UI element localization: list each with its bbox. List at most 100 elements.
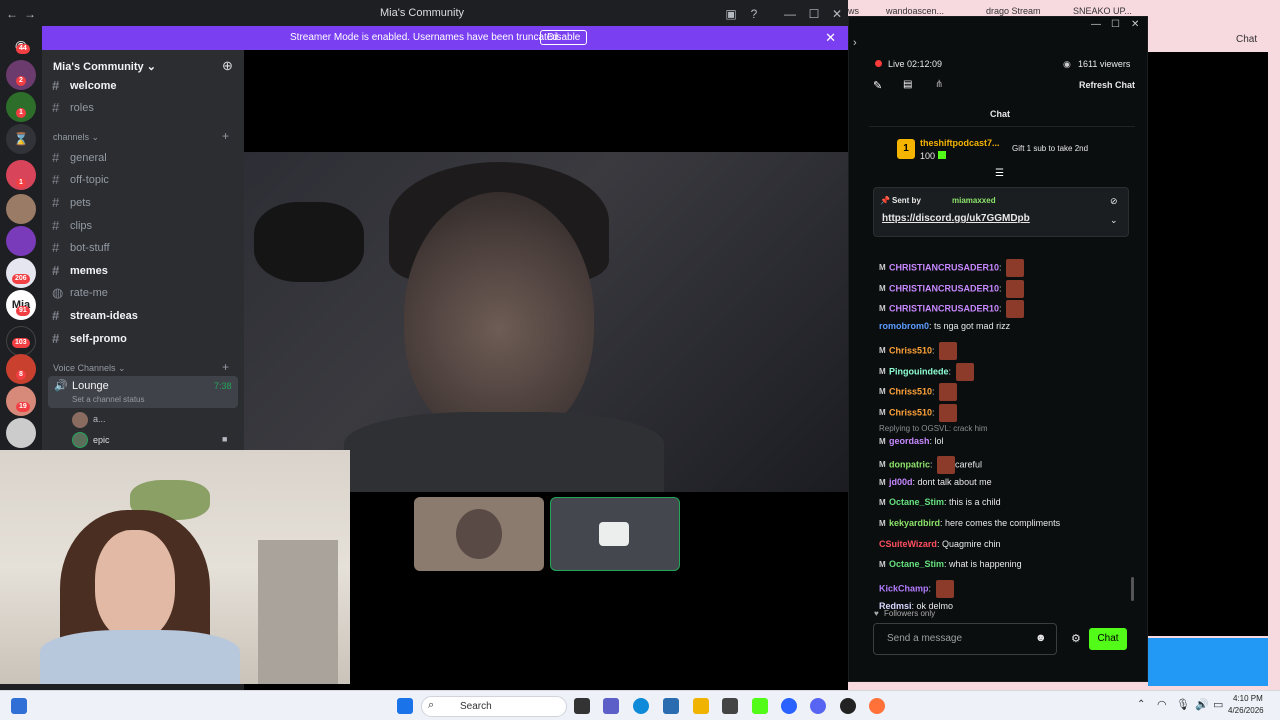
avatar[interactable] [72,412,88,428]
maximize-icon[interactable]: ☐ [806,6,822,22]
chat-username[interactable]: Pingouindede [889,366,949,376]
chat-username[interactable]: CHRISTIANCRUSADER10 [889,262,999,272]
edge-icon[interactable] [633,698,649,714]
chat-username[interactable]: CHRISTIANCRUSADER10 [889,303,999,313]
windows-start-icon[interactable] [397,698,413,714]
mod-tools-icon[interactable]: ▤ [903,79,912,90]
category-voice[interactable]: Voice Channels ⌄ [53,363,126,374]
chat-username[interactable]: Octane_Stim [889,559,944,569]
clock-date[interactable]: 4/26/2026 [1228,706,1264,715]
chat-username[interactable]: CHRISTIANCRUSADER10 [889,283,999,293]
discord-icon[interactable] [810,698,826,714]
channel-welcome[interactable]: # welcome [52,78,116,93]
hourglass-icon[interactable]: ⌛ [6,124,36,154]
gear-icon[interactable]: ⚙ [1071,632,1081,645]
disable-button[interactable]: Disable [540,30,588,45]
send-chat-button[interactable]: Chat [1089,628,1127,650]
video-feed[interactable] [244,152,848,492]
inbox-icon[interactable]: ▣ [723,6,739,22]
participant-tile[interactable] [550,497,680,571]
chevron-up-icon[interactable]: ⌃ [1137,699,1145,710]
message-input[interactable]: Send a message [873,623,1057,655]
clock-time[interactable]: 4:10 PM [1233,694,1263,703]
add-channel-icon[interactable]: + [222,129,229,143]
wifi-icon[interactable]: ◠ [1157,698,1167,711]
refresh-chat-button[interactable]: Refresh Chat [1079,80,1135,90]
app-icon[interactable] [781,698,797,714]
gift-prompt[interactable]: Gift 1 sub to take 2nd [1012,144,1088,153]
server-icon[interactable] [6,418,36,448]
close-icon[interactable]: ✕ [825,30,836,46]
hash-icon: # [52,240,60,255]
battery-icon[interactable]: ▭ [1213,698,1223,711]
task-view-icon[interactable] [11,698,27,714]
channel-roles[interactable]: # roles [52,100,94,115]
scrollbar[interactable] [1131,577,1134,601]
chevron-down-icon[interactable]: ⌄ [1110,215,1118,226]
leader-name[interactable]: theshiftpodcast7... [920,138,1000,148]
chat-username[interactable]: donpatric [889,459,930,469]
voice-channel-lounge[interactable]: 🔊 Lounge 7:38 Set a channel status [48,376,238,408]
edit-icon[interactable]: ✎ [873,79,882,92]
back-icon[interactable]: ← [4,6,20,22]
chevron-right-icon[interactable]: › [853,37,857,49]
app-icon[interactable] [722,698,738,714]
close-icon[interactable]: ✕ [829,6,845,22]
task-view-icon[interactable] [574,698,590,714]
firefox-icon[interactable] [869,698,885,714]
minimize-icon[interactable]: — [782,6,798,22]
add-member-icon[interactable]: ⊕ [222,58,233,74]
channel-general[interactable]: # general [52,150,107,165]
server-icon[interactable] [6,194,36,224]
channel-stream-ideas[interactable]: # stream-ideas [52,308,138,323]
speaker-icon[interactable]: 🔊 [1195,698,1209,711]
chat-username[interactable]: Chriss510 [889,386,932,396]
chat-username[interactable]: KickChamp [879,583,929,593]
category-channels[interactable]: channels ⌄ [53,132,99,143]
filter-icon[interactable]: ☰ [995,168,1004,179]
channel-bot-stuff[interactable]: # bot-stuff [52,240,110,255]
close-icon[interactable]: ✕ [1131,19,1139,30]
share-icon[interactable]: ⋔ [935,79,943,90]
chat-username[interactable]: jd00d [889,477,913,487]
pinned-link[interactable]: https://discord.gg/uk7GGMDpb [882,213,1030,224]
chat-username[interactable]: romobrom0 [879,321,929,331]
chat-username[interactable]: Chriss510 [889,345,932,355]
forward-icon[interactable]: → [22,6,38,22]
maximize-icon[interactable]: ☐ [1111,19,1120,30]
channel-memes[interactable]: # memes [52,263,108,278]
store-icon[interactable] [663,698,679,714]
voice-user[interactable]: a... [93,414,106,424]
channel-status[interactable]: Set a channel status [72,395,145,404]
voice-user[interactable]: epic [93,435,110,445]
add-voice-channel-icon[interactable]: + [222,360,229,374]
channel-self-promo[interactable]: # self-promo [52,331,127,346]
browser-sidebar-label[interactable]: Chat [1236,34,1257,45]
separator: : [999,303,1005,314]
folder-icon[interactable] [693,698,709,714]
server-rail: ◉ 44 2 1 ⌛ 1 206 Mia 91 103 8 19 [0,28,42,450]
pinned-user[interactable]: miamaxxed [952,196,996,205]
app-icon[interactable] [840,698,856,714]
help-icon[interactable]: ? [746,6,762,22]
microphone-icon[interactable]: 🎙 [1176,698,1190,711]
chat-username[interactable]: Octane_Stim [889,497,944,507]
teams-icon[interactable] [603,698,619,714]
participant-tile[interactable] [414,497,544,571]
search-box[interactable]: Search [421,696,567,717]
kick-icon[interactable] [752,698,768,714]
channel-pets[interactable]: # pets [52,195,91,210]
chat-username[interactable]: Chriss510 [889,407,932,417]
emoji-icon[interactable]: ☻ [1035,632,1047,644]
avatar[interactable] [72,432,88,448]
channel-rate-me[interactable]: ◍ rate-me [52,285,108,301]
chat-username[interactable]: geordash [889,436,930,446]
server-name[interactable]: Mia's Community ⌄ [53,60,156,73]
channel-clips[interactable]: # clips [52,218,92,233]
chat-username[interactable]: kekyardbird [889,518,940,528]
channel-off-topic[interactable]: # off-topic [52,172,109,187]
minimize-icon[interactable]: — [1091,19,1101,30]
server-icon[interactable] [6,226,36,256]
chat-username[interactable]: CSuiteWizard [879,539,937,549]
hide-icon[interactable]: ⊘ [1110,196,1118,207]
